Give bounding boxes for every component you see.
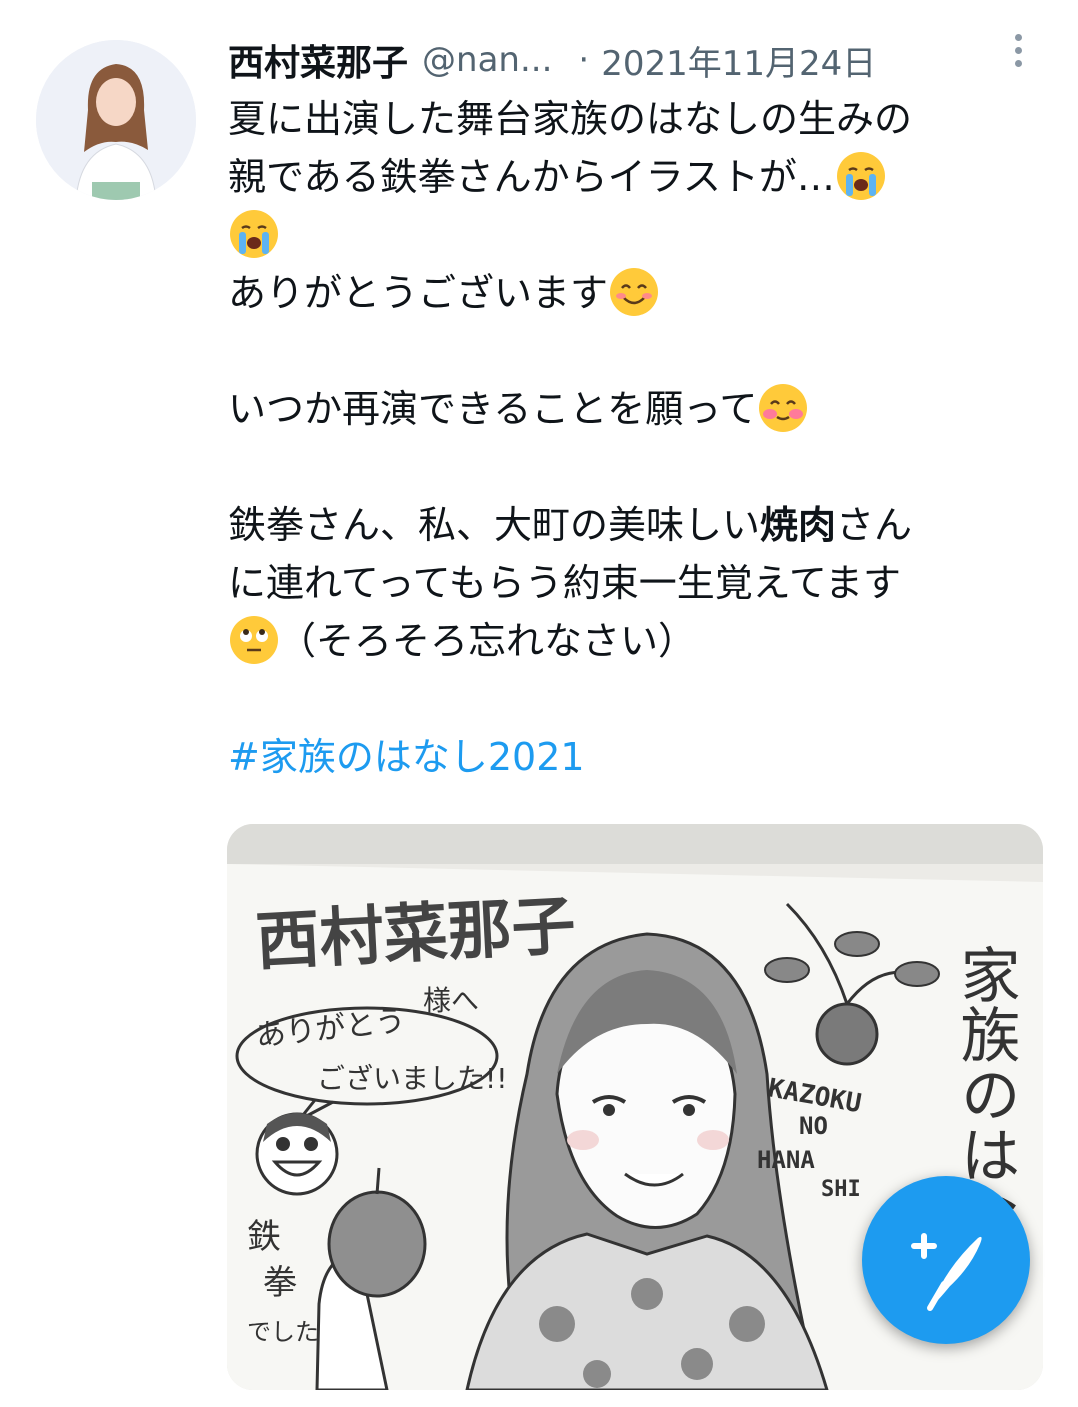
compose-feather-icon xyxy=(911,1233,982,1311)
text: （そろそろ忘れなさい） xyxy=(278,619,697,663)
compose-tweet-button[interactable] xyxy=(862,1176,1030,1344)
author-handle[interactable]: @nan... xyxy=(422,40,552,80)
bold-text: 焼肉 xyxy=(760,503,837,547)
separator-dot: · xyxy=(578,40,590,80)
text: 親である鉄拳さんからイラストが… xyxy=(228,155,835,199)
tweet-line: ありがとうございます xyxy=(228,264,1048,322)
tweet-line: 鉄拳さん、私、大町の美味しい焼肉さん xyxy=(228,496,1048,554)
text: に連れてってもらう約束一生覚えてます xyxy=(228,561,901,605)
blushing-face-emoji-icon xyxy=(759,384,808,432)
signature-line-1: 鉄 xyxy=(247,1217,281,1257)
rolling-eyes-emoji-icon xyxy=(230,616,278,664)
tweet-text: 夏に出演した舞台家族のはなしの生みの 親である鉄拳さんからイラストが… ありがと… xyxy=(228,90,1048,786)
avatar[interactable] xyxy=(36,40,196,200)
tweet-line: #家族のはなし2021 xyxy=(228,728,1048,786)
text: さん xyxy=(836,503,913,547)
tweet-line xyxy=(228,206,1048,264)
romaji-line-2: NO xyxy=(799,1112,828,1140)
author-name[interactable]: 西村菜那子 xyxy=(228,34,408,86)
text: いつか再演できることを願って xyxy=(228,387,758,431)
tweet-line: に連れてってもらう約束一生覚えてます xyxy=(228,554,1048,612)
more-options-icon[interactable] xyxy=(1006,34,1030,74)
tweet-date[interactable]: 2021年11月24日 xyxy=(601,36,876,85)
text: ありがとうございます xyxy=(228,271,609,315)
signature-line-2: 拳 xyxy=(263,1263,297,1303)
illustration-honorific: 様へ xyxy=(423,984,479,1017)
signature-line-3: でした xyxy=(247,1318,319,1346)
text: 夏に出演した舞台家族のはなしの生みの xyxy=(228,97,913,141)
romaji-line-4: SHI xyxy=(821,1177,861,1202)
romaji-line-3: HANA xyxy=(757,1146,815,1174)
crying-face-emoji-icon xyxy=(836,152,885,200)
avatar-photo xyxy=(36,40,196,200)
tweet-line: （そろそろ忘れなさい） xyxy=(228,612,1048,670)
tweet-header: 西村菜那子 @nan... · 2021年11月24日 xyxy=(228,30,1038,90)
crying-face-emoji-icon xyxy=(230,210,278,258)
speech-line-2: ございました!! xyxy=(317,1062,507,1095)
text: 鉄拳さん、私、大町の美味しい xyxy=(228,503,761,547)
hashtag-link[interactable]: #家族のはなし2021 xyxy=(228,735,585,779)
tweet-line: いつか再演できることを願って xyxy=(228,380,1048,438)
tweet-line: 夏に出演した舞台家族のはなしの生みの xyxy=(228,90,1048,148)
smiling-face-emoji-icon xyxy=(610,268,659,316)
tweet-line: 親である鉄拳さんからイラストが… xyxy=(228,148,1048,206)
